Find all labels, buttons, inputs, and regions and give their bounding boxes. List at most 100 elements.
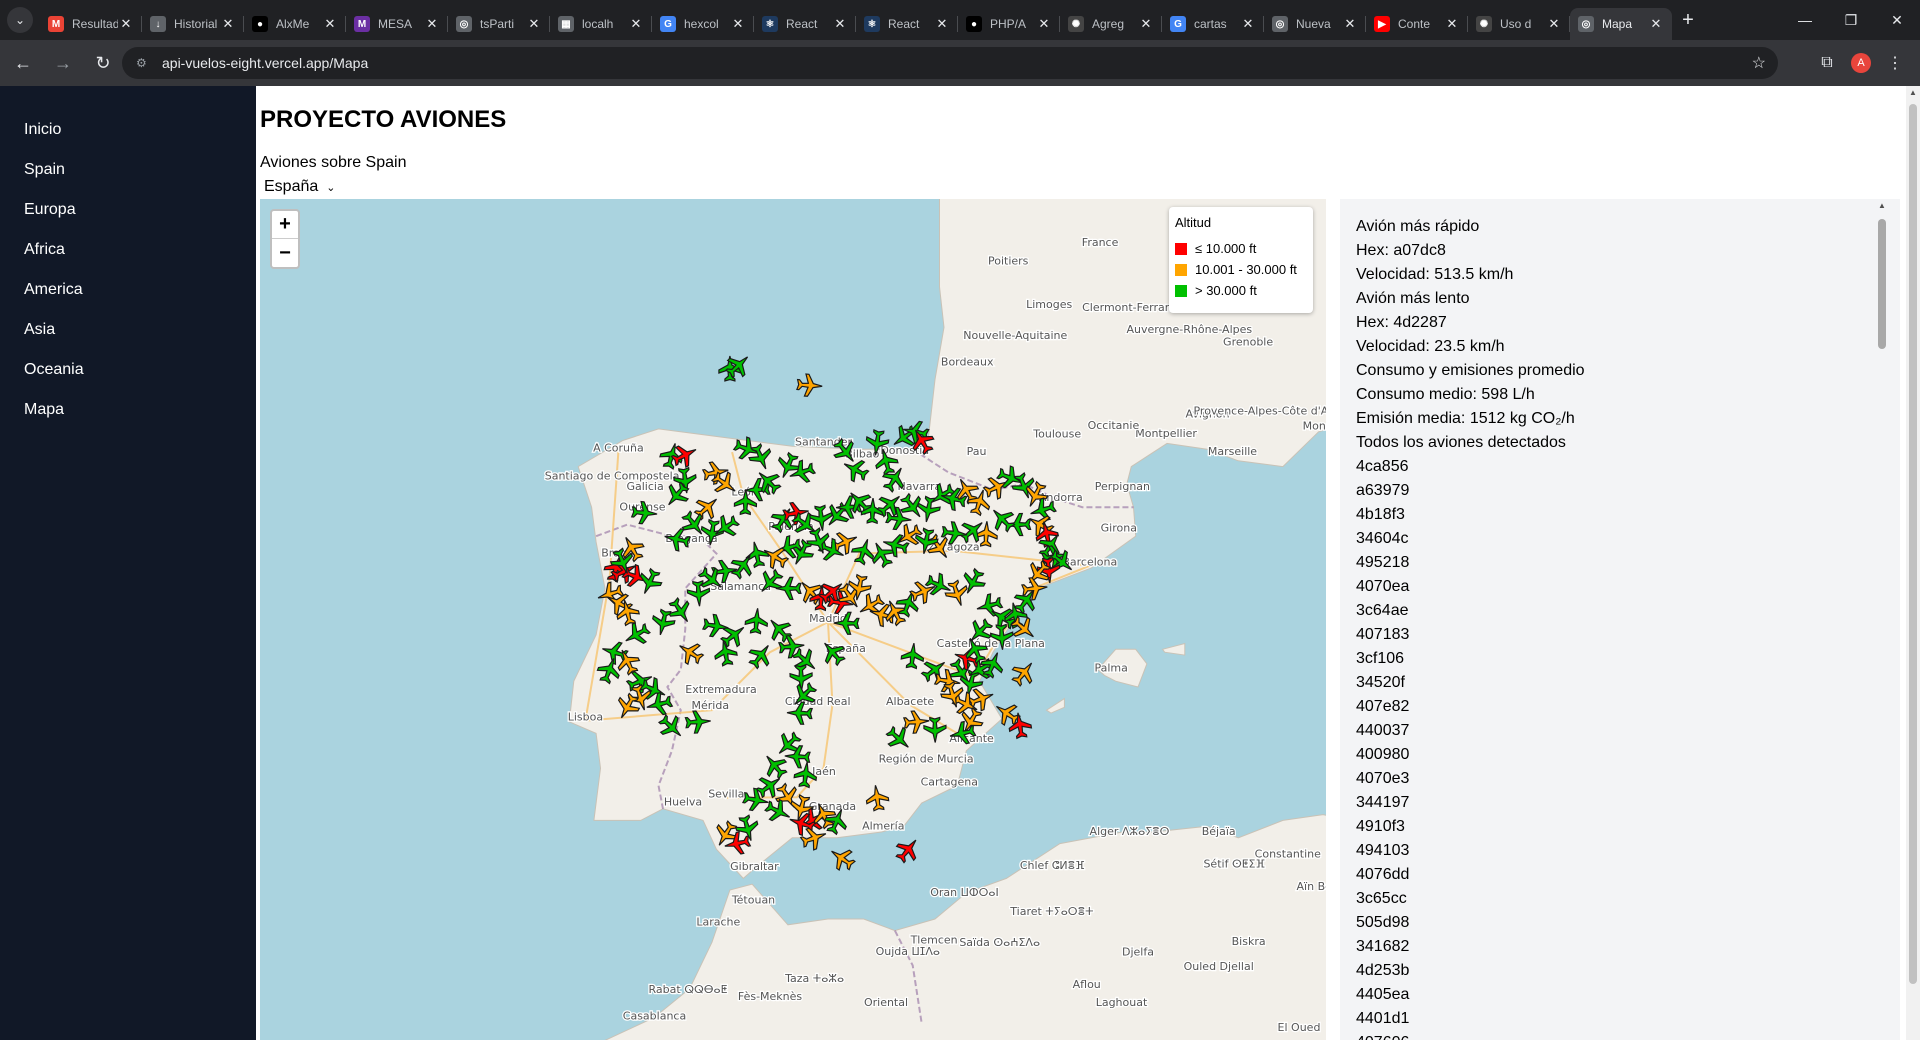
aircraft-hex-item: 4ca856 — [1356, 458, 1409, 475]
map-place-label: Extremadura — [685, 683, 757, 696]
tab-close-icon[interactable]: ✕ — [1138, 16, 1154, 32]
menu-icon[interactable]: ⋮ — [1878, 46, 1912, 80]
flight-map[interactable]: France Poitiers Clermont-Ferrand Limoges Bor… — [260, 199, 1326, 1040]
map-place-label: Taza ⵜⴰⵣⴰ — [784, 972, 844, 985]
map-place-label: Toulouse — [1032, 428, 1081, 441]
page-scrollbar-thumb[interactable] — [1909, 104, 1917, 984]
browser-tab[interactable]: ⚛ React ✕ — [856, 8, 958, 40]
sidebar-item-africa[interactable]: Africa — [0, 230, 256, 270]
tab-close-icon[interactable]: ✕ — [118, 16, 134, 32]
map-place-label: Palma — [1094, 661, 1127, 674]
tab-close-icon[interactable]: ✕ — [1036, 16, 1052, 32]
tab-close-icon[interactable]: ✕ — [526, 16, 542, 32]
browser-tab[interactable]: M MESA ✕ — [346, 8, 448, 40]
legend-title: Altitud — [1175, 215, 1212, 230]
browser-tab[interactable]: M Resultados✕ — [40, 8, 142, 40]
openai-icon: ✺ — [1068, 16, 1084, 32]
scrollbar-thumb[interactable] — [1878, 219, 1886, 349]
map-place-label: Oujda ⵡⵊⴷⴰ — [876, 945, 940, 958]
page-scroll-up-arrow-icon[interactable]: ▲ — [1906, 88, 1920, 97]
map-place-label: Sétif ⵙⵟⵉⴼ — [1203, 857, 1265, 870]
sidebar-item-oceania[interactable]: Oceania — [0, 350, 256, 390]
tab-close-icon[interactable]: ✕ — [1546, 16, 1562, 32]
back-button[interactable]: ← — [6, 46, 40, 80]
tab-title: MESA — [378, 17, 413, 31]
zoom-out-button[interactable]: − — [272, 239, 298, 267]
browser-tab[interactable]: ⚛ React ✕ — [754, 8, 856, 40]
sidebar-item-america[interactable]: America — [0, 270, 256, 310]
map-place-label: Bordeaux — [941, 356, 994, 369]
tab-title: Uso d — [1500, 17, 1532, 31]
browser-tab[interactable]: ◎ tsParti ✕ — [448, 8, 550, 40]
sidebar-item-inicio[interactable]: Inicio — [0, 110, 256, 150]
map-place-label: Rabat ⵕⵕⴱⴰⵟ — [649, 983, 728, 996]
browser-tab[interactable]: ✺ Uso d ✕ — [1468, 8, 1570, 40]
minimize-button[interactable]: — — [1782, 0, 1828, 40]
extensions-icon[interactable]: ⧉ — [1810, 46, 1844, 80]
new-tab-button[interactable]: + — [1672, 4, 1704, 36]
sidebar-item-asia[interactable]: Asia — [0, 310, 256, 350]
stats-panel-scrollbar[interactable]: ▲ — [1876, 199, 1888, 1040]
stat-line: Avión más lento — [1356, 290, 1470, 307]
page-scrollbar[interactable]: ▲ — [1906, 86, 1920, 1040]
region-select[interactable]: España ⌄ — [260, 176, 339, 198]
browser-tab[interactable]: ▶ Conte ✕ — [1366, 8, 1468, 40]
sidebar-item-mapa[interactable]: Mapa — [0, 390, 256, 430]
browser-tab[interactable]: ● PHP/A ✕ — [958, 8, 1060, 40]
forward-button[interactable]: → — [46, 46, 80, 80]
bookmark-star-icon[interactable]: ☆ — [1752, 53, 1766, 73]
tab-close-icon[interactable]: ✕ — [628, 16, 644, 32]
tab-close-icon[interactable]: ✕ — [1240, 16, 1256, 32]
tab-close-icon[interactable]: ✕ — [424, 16, 440, 32]
legend-swatch-high — [1175, 284, 1187, 297]
tab-close-icon[interactable]: ✕ — [934, 16, 950, 32]
google-icon: G — [660, 16, 676, 32]
browser-tab[interactable]: ◎ Nueva ✕ — [1264, 8, 1366, 40]
tab-search-button[interactable]: ⌄ — [0, 0, 40, 40]
restore-button[interactable]: ❐ — [1828, 0, 1874, 40]
chevron-down-icon: ⌄ — [7, 7, 33, 33]
site-info-icon[interactable]: ⚙ — [136, 56, 152, 70]
profile-button[interactable]: A — [1844, 46, 1878, 80]
close-window-button[interactable]: ✕ — [1874, 0, 1920, 40]
sidebar-item-spain[interactable]: Spain — [0, 150, 256, 190]
window-controls: — ❐ ✕ — [1782, 0, 1920, 40]
aircraft-hex-item: 4910f3 — [1356, 818, 1405, 835]
map-place-label: Navarra — [897, 480, 941, 493]
url-text[interactable]: api-vuelos-eight.vercel.app/Mapa — [162, 55, 368, 71]
tab-close-icon[interactable]: ✕ — [1444, 16, 1460, 32]
tab-title: localh — [582, 17, 614, 31]
stat-line: Avión más rápido — [1356, 218, 1480, 235]
map-place-label: Auvergne-Rhône-Alpes — [1126, 323, 1252, 336]
map-place-label: Albacete — [886, 695, 934, 708]
tab-title: Nueva — [1296, 17, 1331, 31]
browser-tab[interactable]: Gcartas ✕ — [1162, 8, 1264, 40]
browser-tab[interactable]: ↓ Historial ✕ — [142, 8, 244, 40]
address-bar[interactable]: ⚙ api-vuelos-eight.vercel.app/Mapa ☆ — [122, 47, 1778, 79]
browser-tab[interactable]: ▦ localh ✕ — [550, 8, 652, 40]
browser-tab[interactable]: Ghexcol ✕ — [652, 8, 754, 40]
google-icon: G — [1170, 16, 1186, 32]
aircraft-hex-item: 494103 — [1356, 842, 1410, 859]
tab-close-icon[interactable]: ✕ — [730, 16, 746, 32]
browser-tab[interactable]: ● AlxMe ✕ — [244, 8, 346, 40]
sidebar-item-europa[interactable]: Europa — [0, 190, 256, 230]
tab-close-icon[interactable]: ✕ — [1342, 16, 1358, 32]
reload-button[interactable]: ↻ — [86, 46, 120, 80]
mesa-icon: M — [354, 16, 370, 32]
zoom-in-button[interactable]: + — [272, 211, 298, 239]
scroll-up-arrow-icon[interactable]: ▲ — [1876, 201, 1888, 210]
aircraft-hex-item: 34520f — [1356, 674, 1405, 691]
globe-icon: ◎ — [1272, 16, 1288, 32]
map-place-label: Pau — [967, 445, 987, 458]
tab-close-icon[interactable]: ✕ — [832, 16, 848, 32]
tab-close-icon[interactable]: ✕ — [1648, 16, 1664, 32]
tab-close-icon[interactable]: ✕ — [322, 16, 338, 32]
tab-list: MResultados✕↓Historial✕●AlxMe✕MMESA✕◎tsP… — [40, 0, 1672, 40]
map-canvas[interactable]: France Poitiers Clermont-Ferrand Limoges Bor… — [260, 199, 1326, 1040]
tab-close-icon[interactable]: ✕ — [220, 16, 236, 32]
map-place-label: Castelló de la Plana — [937, 637, 1045, 650]
browser-tab[interactable]: ◎ Mapa ✕ — [1570, 8, 1672, 40]
browser-tab[interactable]: ✺ Agreg ✕ — [1060, 8, 1162, 40]
aircraft-hex-item: 4d253b — [1356, 962, 1410, 979]
